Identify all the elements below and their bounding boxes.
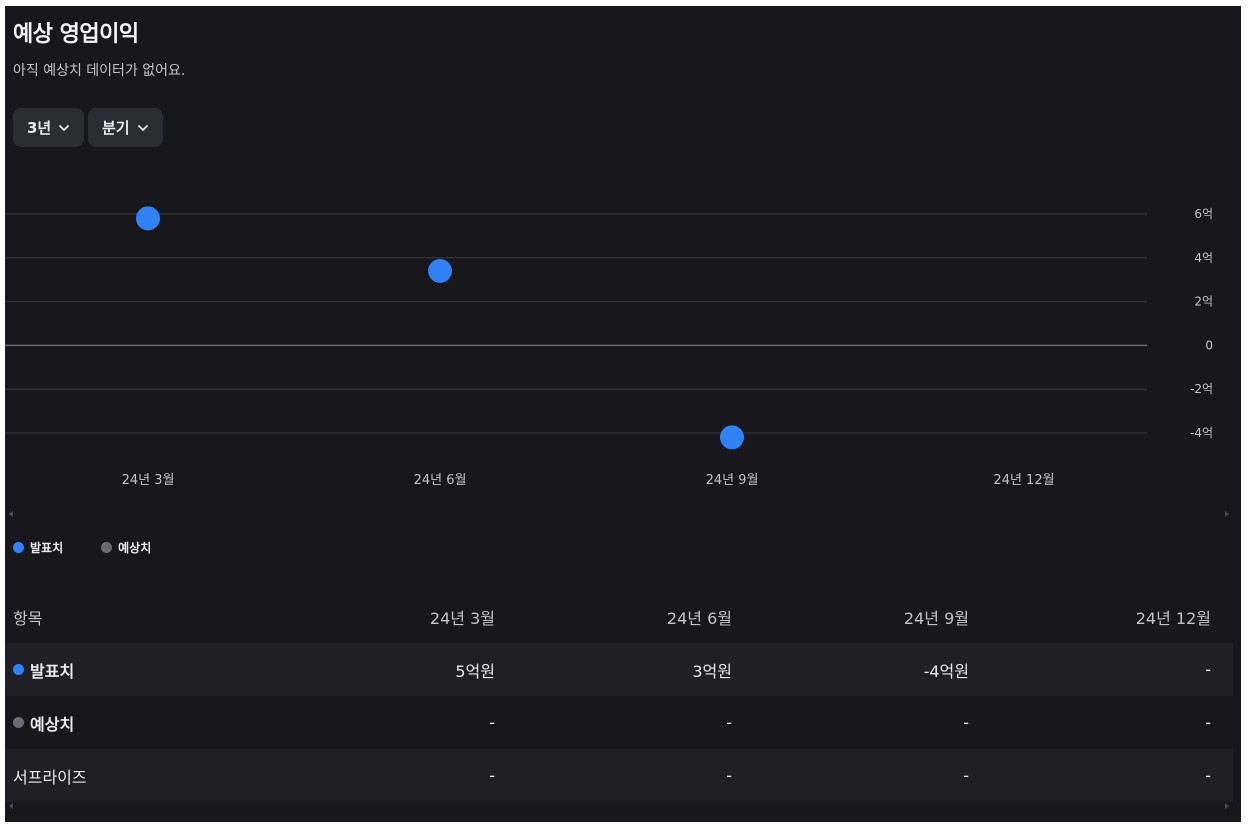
row-label-text: 서프라이즈 — [13, 767, 87, 787]
interval-dropdown-label: 분기 — [102, 119, 130, 137]
row-dot-estimate — [13, 717, 24, 728]
table-cell: 5억원 — [455, 661, 495, 681]
table-cell: - — [489, 766, 495, 785]
row-label-surprise: 서프라이즈 — [5, 764, 258, 788]
data-point-reported[interactable] — [720, 425, 744, 450]
table-cell: - — [963, 713, 969, 732]
legend-dot-estimate — [101, 542, 113, 553]
table-cell: - — [726, 766, 732, 785]
legend-label: 예상치 — [118, 541, 152, 555]
table-cell: - — [1205, 713, 1211, 732]
table-cell: - — [1205, 660, 1211, 679]
x-tick-label: 24년 12월 — [993, 473, 1054, 488]
data-point-reported[interactable] — [136, 206, 160, 231]
row-label-text: 발표치 — [30, 661, 75, 681]
chart-legend: 발표치 예상치 — [13, 539, 189, 556]
y-tick-label: -4억 — [1190, 426, 1213, 440]
table-cell: - — [726, 713, 732, 732]
row-dot-reported — [13, 664, 24, 675]
legend-dot-reported — [13, 542, 24, 553]
legend-item-reported: 발표치 — [13, 539, 63, 556]
scroll-left-arrow[interactable] — [9, 511, 13, 517]
table-cell: -4억원 — [923, 661, 969, 681]
page-subtitle: 아직 예상치 데이터가 없어요. — [13, 63, 186, 79]
table-row-estimate: 예상치 - - - - — [5, 696, 1233, 749]
period-dropdown-label: 3년 — [27, 119, 52, 137]
legend-item-estimate: 예상치 — [101, 539, 151, 556]
table-header-row: 항목 24년 3월 24년 6월 24년 9월 24년 12월 — [5, 590, 1233, 643]
row-label-estimate: 예상치 — [5, 711, 258, 735]
table-header-cell: 24년 6월 — [666, 608, 732, 628]
table-row-reported: 발표치 5억원 3억원 -4억원 - — [5, 643, 1233, 696]
operating-profit-chart: 6억 4억 2억 0 -2억 -4억 24년 3월 24년 6월 24년 9월 24년 12월 — [5, 206, 1213, 488]
chevron-down-icon — [59, 124, 70, 131]
y-tick-label: 4억 — [1194, 251, 1213, 265]
table-scroll-left-arrow[interactable] — [9, 803, 13, 809]
chevron-down-icon — [137, 124, 148, 131]
table-cell: - — [963, 766, 969, 785]
table-header-label: 항목 — [13, 608, 43, 628]
x-tick-label: 24년 3월 — [122, 473, 175, 488]
table-row-surprise: 서프라이즈 - - - - — [5, 749, 1233, 802]
row-label-reported: 발표치 — [5, 658, 258, 682]
x-tick-label: 24년 6월 — [414, 473, 467, 488]
table-cell: - — [1205, 766, 1211, 785]
table-cell: 3억원 — [692, 661, 732, 681]
interval-dropdown[interactable]: 분기 — [88, 108, 163, 147]
x-tick-label: 24년 9월 — [706, 473, 759, 488]
table-scroll-right-arrow[interactable] — [1225, 803, 1229, 809]
data-table: 항목 24년 3월 24년 6월 24년 9월 24년 12월 발표치 5억원 … — [5, 590, 1233, 802]
period-dropdown[interactable]: 3년 — [13, 108, 84, 147]
y-tick-label: 0 — [1205, 338, 1213, 352]
data-point-reported[interactable] — [428, 258, 452, 283]
legend-label: 발표치 — [30, 541, 64, 555]
table-header-cell: 24년 9월 — [903, 608, 969, 628]
y-tick-label: 2억 — [1194, 295, 1213, 309]
table-header-cell: 24년 12월 — [1135, 608, 1211, 628]
table-header-cell: 24년 3월 — [429, 608, 495, 628]
y-tick-label: 6억 — [1194, 207, 1213, 221]
y-tick-label: -2억 — [1190, 382, 1213, 396]
scroll-right-arrow[interactable] — [1225, 511, 1229, 517]
table-cell: - — [489, 713, 495, 732]
page-title: 예상 영업이익 — [13, 22, 139, 47]
operating-profit-panel: 예상 영업이익 아직 예상치 데이터가 없어요. 3년 분기 6억 4억 2억 0 -2… — [5, 6, 1241, 822]
row-label-text: 예상치 — [30, 714, 75, 734]
